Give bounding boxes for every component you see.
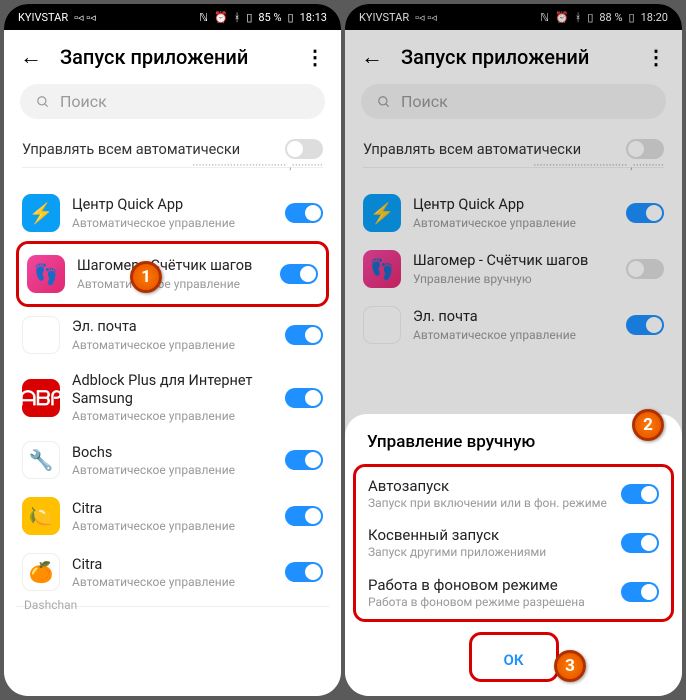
app-text: Bochs Автоматическое управление [72,444,273,477]
list-cutoff: Dashchan [16,606,329,618]
callout-badge-2: 2 [632,409,664,441]
back-icon[interactable]: ← [20,44,42,70]
callout-badge-1: 1 [130,261,162,293]
app-row[interactable]: 🍋 Citra Автоматическое управление [16,488,329,544]
app-icon: 🍋 [22,497,60,535]
page-title: Запуск приложений [60,45,287,69]
app-toggle[interactable] [285,562,323,582]
callout-badge-3: 3 [554,650,586,682]
sheet-option-label: Автозапуск [368,477,613,495]
highlight-box-2: АвтозапускЗапуск при включении или в фон… [353,464,674,622]
search-placeholder: Поиск [60,92,107,111]
app-text: Центр Quick App Автоматическое управлени… [72,196,273,229]
app-row[interactable]: 👣 Шагомер - Счётчик шагов Автоматическое… [21,246,324,302]
app-toggle[interactable] [285,450,323,470]
screenshot-right: KYIVSTAR▫◃ ▫◃ ℕ⏰ᚼ▯88 %▯18:20 ← Запуск пр… [345,4,682,696]
app-row[interactable]: ✉ Эл. почта Автоматическое управление [16,307,329,363]
manual-manage-sheet: Управление вручную АвтозапускЗапуск при … [345,414,682,696]
search-input[interactable]: Поиск [20,84,325,119]
app-header: ← Запуск приложений ⋮ [4,30,341,84]
app-name: Citra [72,556,273,574]
app-sub: Автоматическое управление [72,575,273,589]
more-icon[interactable]: ⋮ [305,45,325,69]
sheet-option[interactable]: Косвенный запускЗапуск другими приложени… [358,518,669,567]
app-text: Citra Автоматическое управление [72,500,273,533]
app-text: Adblock Plus для Интернет Samsung Автома… [72,372,273,423]
app-toggle[interactable] [280,264,318,284]
app-sub: Автоматическое управление [77,277,268,291]
sheet-option[interactable]: АвтозапускЗапуск при включении или в фон… [358,469,669,518]
app-text: Citra Автоматическое управление [72,556,273,589]
search-icon [36,95,50,109]
app-name: Bochs [72,444,273,462]
app-name: Центр Quick App [72,196,273,214]
app-sub: Автоматическое управление [72,463,273,477]
app-toggle[interactable] [285,388,323,408]
app-name: Эл. почта [72,318,273,336]
sheet-option-toggle[interactable] [621,484,659,504]
screenshot-left: KYIVSTAR▫◃ ▫◃ ℕ⏰ᚼ▯85 %▯18:13 ← Запуск пр… [4,4,341,696]
app-icon: ✉ [22,316,60,354]
sheet-option-label: Косвенный запуск [368,526,613,544]
status-bar: KYIVSTAR▫◃ ▫◃ ℕ⏰ᚼ▯85 %▯18:13 [4,4,341,30]
sheet-title: Управление вручную [353,432,674,464]
sheet-option-toggle[interactable] [621,533,659,553]
ok-button[interactable]: ОК [472,641,556,679]
highlight-box-1: 👣 Шагомер - Счётчик шагов Автоматическое… [16,241,329,307]
highlight-box-3: ОК [469,632,559,682]
app-icon: 👣 [27,255,65,293]
manage-all-toggle[interactable] [285,139,323,159]
app-row[interactable]: 🍊 Citra Автоматическое управление [16,544,329,600]
app-icon: 🍊 [22,553,60,591]
divider: ······························ ,········… [22,167,323,185]
app-icon: ⚡ [22,194,60,232]
sheet-option[interactable]: Работа в фоновом режимеРабота в фоновом … [358,568,669,617]
app-sub: Автоматическое управление [72,409,273,423]
app-text: Шагомер - Счётчик шагов Автоматическое у… [77,257,268,290]
app-sub: Автоматическое управление [72,216,273,230]
app-icon: 🔧 [22,441,60,479]
app-name: Шагомер - Счётчик шагов [77,257,268,275]
app-toggle[interactable] [285,325,323,345]
app-name: Citra [72,500,273,518]
app-sub: Автоматическое управление [72,338,273,352]
app-toggle[interactable] [285,506,323,526]
sheet-option-label: Работа в фоновом режиме [368,576,613,594]
app-sub: Автоматическое управление [72,519,273,533]
sheet-option-sub: Работа в фоновом режиме разрешена [368,595,613,609]
app-name: Adblock Plus для Интернет Samsung [72,372,273,408]
manage-all-label: Управлять всем автоматически [22,141,240,158]
app-row[interactable]: ᗩᗷᑭ Adblock Plus для Интернет Samsung Ав… [16,363,329,432]
sheet-option-sub: Запуск при включении или в фон. режиме [368,496,613,510]
sheet-option-sub: Запуск другими приложениями [368,545,613,559]
app-row[interactable]: 🔧 Bochs Автоматическое управление [16,432,329,488]
app-icon: ᗩᗷᑭ [22,379,60,417]
app-list: ⚡ Центр Quick App Автоматическое управле… [4,185,341,696]
app-row[interactable]: ⚡ Центр Quick App Автоматическое управле… [16,185,329,241]
app-text: Эл. почта Автоматическое управление [72,318,273,351]
sheet-option-toggle[interactable] [621,582,659,602]
app-toggle[interactable] [285,203,323,223]
